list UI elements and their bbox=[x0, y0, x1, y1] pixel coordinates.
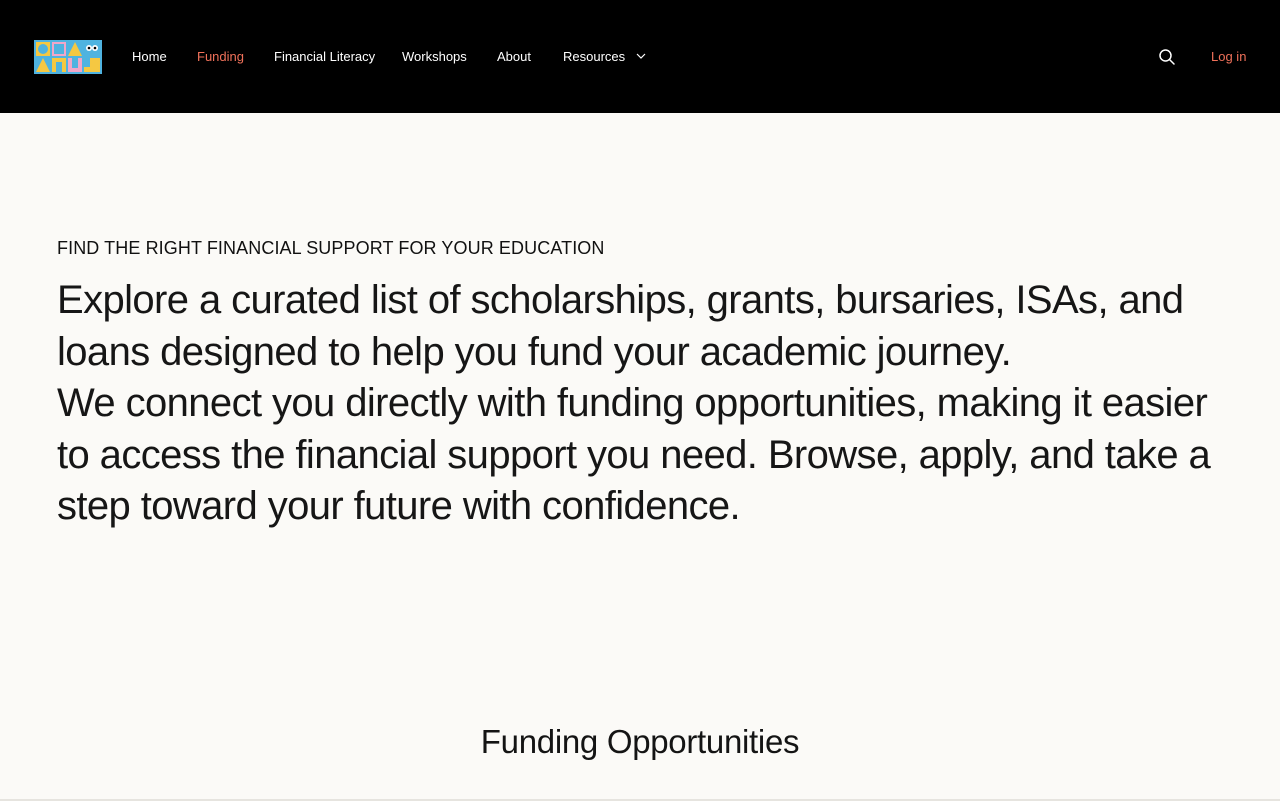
hero-lead-line-1: Explore a curated list of scholarships, … bbox=[57, 278, 1184, 374]
funding-opportunities-title: Funding Opportunities bbox=[480, 723, 800, 760]
hero-section: FIND THE RIGHT FINANCIAL SUPPORT FOR YOU… bbox=[57, 236, 1237, 533]
hero-lead-paragraph: Explore a curated list of scholarships, … bbox=[57, 275, 1237, 533]
login-link[interactable]: Log in bbox=[1211, 49, 1246, 65]
nav-item-about[interactable]: About bbox=[497, 49, 531, 65]
nav-item-resources-label: Resources bbox=[563, 49, 626, 64]
nav-item-home[interactable]: Home bbox=[132, 49, 167, 65]
chevron-down-icon bbox=[636, 53, 646, 59]
hero-eyebrow: FIND THE RIGHT FINANCIAL SUPPORT FOR YOU… bbox=[57, 238, 605, 258]
nav-item-resources[interactable]: Resources bbox=[563, 49, 646, 65]
search-icon[interactable] bbox=[1158, 48, 1176, 66]
site-header: Home Funding Financial Literacy Workshop… bbox=[0, 0, 1280, 113]
nav-item-financial-literacy[interactable]: Financial Literacy bbox=[274, 49, 375, 65]
site-logo[interactable] bbox=[34, 40, 102, 74]
nav-item-workshops[interactable]: Workshops bbox=[402, 49, 467, 65]
nav-item-funding[interactable]: Funding bbox=[197, 49, 244, 65]
hero-lead-line-2: We connect you directly with funding opp… bbox=[57, 381, 1211, 528]
